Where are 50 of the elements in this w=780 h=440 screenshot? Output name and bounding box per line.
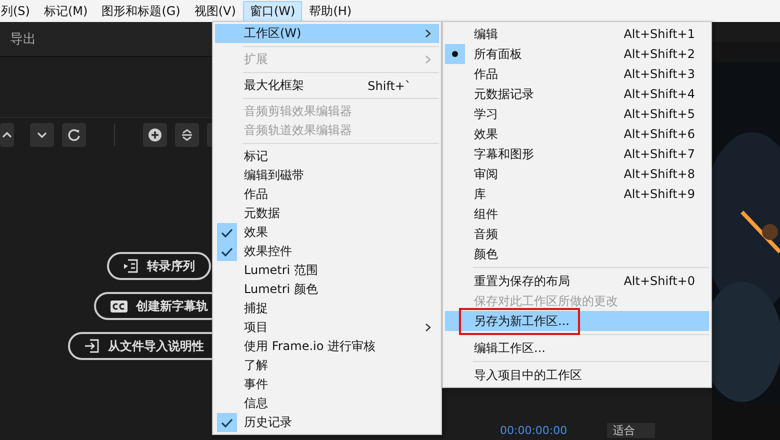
menu-item[interactable]: 作品 xyxy=(215,185,439,204)
menu-item[interactable]: 效果控件 xyxy=(215,242,439,261)
down-chevron-button[interactable] xyxy=(30,123,54,147)
menu-item[interactable]: 最大化框架 Shift+` xyxy=(215,76,439,95)
refresh-icon xyxy=(67,128,81,142)
up-chevron-button[interactable] xyxy=(0,123,14,147)
timecode: 00:00:00:00 xyxy=(500,424,568,436)
refresh-button[interactable] xyxy=(62,123,86,147)
menu-bar-item[interactable]: 视图(V) xyxy=(187,0,243,22)
action-button[interactable]: 转录序列 xyxy=(107,252,211,280)
menu-item[interactable]: Lumetri 范围 xyxy=(215,261,439,280)
menu-item[interactable]: 库 Alt+Shift+9 xyxy=(445,184,709,204)
captions-icon xyxy=(110,300,128,312)
menu-bar-item[interactable]: 列(S) xyxy=(0,0,37,22)
menu-item[interactable]: 工作区(W) xyxy=(215,24,439,43)
chevron-down-icon xyxy=(37,131,47,139)
add-button[interactable] xyxy=(143,123,167,147)
chevron-up-icon xyxy=(2,131,12,139)
menu-bar-item[interactable]: 图形和标题(G) xyxy=(94,0,188,22)
menu-item[interactable]: 事件 xyxy=(215,375,439,394)
menu-bar-item[interactable]: 窗口(W) xyxy=(242,0,302,22)
menu-item[interactable]: 字幕和图形 Alt+Shift+7 xyxy=(445,144,709,164)
menu-bar-item[interactable]: 帮助(H) xyxy=(302,0,359,22)
menu-item[interactable]: 历史记录 xyxy=(215,413,439,432)
menu-item[interactable]: 作品 Alt+Shift+3 xyxy=(445,64,709,84)
menu-item[interactable]: 审阅 Alt+Shift+8 xyxy=(445,164,709,184)
menu-item[interactable]: 编辑工作区... xyxy=(445,338,709,358)
up-down-icon xyxy=(180,128,194,142)
transcript-icon xyxy=(123,258,139,274)
panel-title[interactable]: 导出 xyxy=(10,30,36,48)
sort-button[interactable] xyxy=(175,123,199,147)
menu-item[interactable]: 标记 xyxy=(215,147,439,166)
import-icon xyxy=(84,338,100,354)
menu-item[interactable]: 元数据 xyxy=(215,204,439,223)
menu-bar-item[interactable]: 标记(M) xyxy=(36,0,95,22)
menu-item[interactable]: 组件 xyxy=(445,204,709,224)
menu-item[interactable]: 编辑 Alt+Shift+1 xyxy=(445,24,709,44)
menu-item[interactable]: 颜色 xyxy=(445,244,709,264)
menu-item[interactable]: 信息 xyxy=(215,394,439,413)
zoom-dropdown[interactable]: 适合 xyxy=(607,422,656,438)
menu-item[interactable]: 学习 Alt+Shift+5 xyxy=(445,104,709,124)
menu-item[interactable]: 所有面板 Alt+Shift+2 xyxy=(445,44,709,64)
menu-item[interactable]: 导入项目中的工作区 xyxy=(445,365,709,385)
menu-item[interactable]: 编辑到磁带 xyxy=(215,166,439,185)
menu-item[interactable]: 音频 xyxy=(445,224,709,244)
menu-item[interactable]: 效果 xyxy=(215,223,439,242)
menu-item[interactable]: 重置为保存的布局 Alt+Shift+0 xyxy=(445,271,709,291)
menu-item[interactable]: 元数据记录 Alt+Shift+4 xyxy=(445,84,709,104)
plus-circle-icon xyxy=(148,128,162,142)
menu-item[interactable]: 效果 Alt+Shift+6 xyxy=(445,124,709,144)
